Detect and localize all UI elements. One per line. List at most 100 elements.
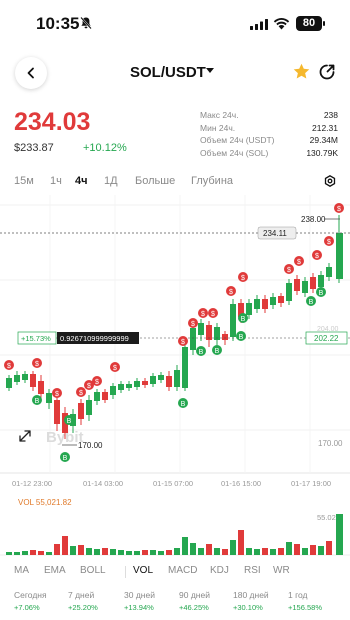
candle xyxy=(86,400,92,415)
candle xyxy=(310,277,316,289)
performance-7d[interactable]: 7 дней +25.20% xyxy=(68,590,128,612)
timeframe-more[interactable]: Больше xyxy=(135,175,175,187)
buy-marker: B xyxy=(196,346,206,356)
stat-label: Мин 24ч. xyxy=(200,122,236,133)
svg-text:$: $ xyxy=(315,253,319,260)
candle xyxy=(222,334,228,340)
sell-marker: $ xyxy=(76,387,86,397)
performance-30d[interactable]: 30 дней +13.94% xyxy=(124,590,184,612)
expand-icon[interactable] xyxy=(19,430,31,442)
battery-indicator: 80 xyxy=(296,16,322,31)
performance-label: 90 дней xyxy=(179,590,210,600)
candle xyxy=(110,386,116,395)
timeframe-bar: 15м 1ч 4ч 1Д Больше Глубина xyxy=(0,172,350,192)
x-axis-label: 01-16 15:00 xyxy=(221,479,261,488)
share-icon[interactable] xyxy=(318,63,336,81)
candle xyxy=(190,328,196,350)
svg-text:B: B xyxy=(239,334,244,341)
timeframe-1h[interactable]: 1ч xyxy=(50,175,62,187)
sell-marker: $ xyxy=(334,203,344,213)
svg-text:B: B xyxy=(215,348,220,355)
svg-text:$: $ xyxy=(181,339,185,346)
timeframe-1d[interactable]: 1Д xyxy=(104,175,118,187)
candle xyxy=(30,374,36,387)
candle xyxy=(246,303,252,315)
indicator-vol[interactable]: VOL xyxy=(133,565,153,576)
svg-text:$: $ xyxy=(287,267,291,274)
sell-marker: $ xyxy=(284,264,294,274)
buy-marker: B xyxy=(212,345,222,355)
chart-settings-icon[interactable] xyxy=(324,175,336,187)
indicator-macd[interactable]: MACD xyxy=(168,565,197,576)
candle xyxy=(78,403,84,419)
candle xyxy=(134,381,140,387)
svg-text:$: $ xyxy=(229,289,233,296)
performance-label: Сегодня xyxy=(14,590,47,600)
performance-value: +13.94% xyxy=(124,603,154,612)
performance-label: 30 дней xyxy=(124,590,155,600)
svg-text:$: $ xyxy=(87,383,91,390)
sell-marker: $ xyxy=(238,272,248,282)
candle xyxy=(318,275,324,287)
svg-text:$: $ xyxy=(55,391,59,398)
sell-marker: $ xyxy=(92,376,102,386)
candle xyxy=(118,384,124,390)
stat-label: Объем 24ч (USDT) xyxy=(200,135,275,145)
buy-marker: B xyxy=(60,452,70,462)
sell-marker: $ xyxy=(324,236,334,246)
candlestick-chart[interactable]: Bybit 238.00 234.11 +15.73% 0.9267109999… xyxy=(0,195,350,495)
stat-value: 238 xyxy=(323,110,338,120)
svg-text:B: B xyxy=(199,349,204,356)
performance-1y[interactable]: 1 год +156.58% xyxy=(288,590,348,612)
svg-text:$: $ xyxy=(337,206,341,213)
candle xyxy=(142,381,148,385)
sell-marker: $ xyxy=(208,308,218,318)
svg-text:$: $ xyxy=(211,311,215,318)
stats-24h: Макс 24ч. 238 Мин 24ч. 212.31 Объем 24ч … xyxy=(200,109,338,159)
stat-label: Объем 24ч (SOL) xyxy=(200,147,269,158)
sell-marker: $ xyxy=(4,360,14,370)
svg-text:$: $ xyxy=(241,275,245,282)
buy-marker: B xyxy=(32,395,42,405)
indicator-ema[interactable]: EMA xyxy=(44,565,66,576)
performance-90d[interactable]: 90 дней +46.25% xyxy=(179,590,239,612)
back-button[interactable] xyxy=(15,57,47,89)
stat-value: 130.79K xyxy=(306,147,338,158)
bell-off-icon xyxy=(80,16,92,30)
favorite-star-icon[interactable] xyxy=(292,62,311,81)
volume-label: VOL 55,021.82 xyxy=(18,498,72,507)
sell-marker: $ xyxy=(226,286,236,296)
timeframe-depth[interactable]: Глубина xyxy=(191,175,233,187)
candle xyxy=(326,267,332,277)
candle xyxy=(254,299,260,309)
svg-text:B: B xyxy=(309,299,314,306)
performance-value: +46.25% xyxy=(179,603,209,612)
performance-today[interactable]: Сегодня +7.06% xyxy=(14,590,74,612)
last-price-tag-text: 234.11 xyxy=(263,229,287,238)
caret-down-icon[interactable] xyxy=(206,68,214,73)
crosshair-pct: +15.73% xyxy=(21,334,51,343)
candle xyxy=(54,400,60,424)
timeframe-4h[interactable]: 4ч xyxy=(75,175,88,187)
performance-label: 180 дней xyxy=(233,590,269,600)
status-bar: 10:35 80 xyxy=(0,0,350,50)
candle xyxy=(158,375,164,380)
max-price-label: 238.00 xyxy=(301,215,326,224)
sell-marker: $ xyxy=(312,250,322,260)
indicator-rsi[interactable]: RSI xyxy=(244,565,261,576)
indicator-kdj[interactable]: KDJ xyxy=(210,565,229,576)
sell-marker: $ xyxy=(178,336,188,346)
indicator-boll[interactable]: BOLL xyxy=(80,565,106,576)
timeframe-15m[interactable]: 15м xyxy=(14,175,34,187)
performance-180d[interactable]: 180 дней +30.10% xyxy=(233,590,293,612)
sell-marker: $ xyxy=(110,362,120,372)
x-axis-label: 01-17 19:00 xyxy=(291,479,331,488)
indicator-ma[interactable]: MA xyxy=(14,565,29,576)
stat-label: Макс 24ч. xyxy=(200,110,239,120)
stat-value: 212.31 xyxy=(312,122,338,133)
indicator-wr[interactable]: WR xyxy=(273,565,290,576)
candle xyxy=(294,279,300,291)
performance-value: +7.06% xyxy=(14,603,40,612)
pair-title[interactable]: SOL/USDT xyxy=(130,64,206,81)
last-price: 234.03 xyxy=(14,108,91,136)
